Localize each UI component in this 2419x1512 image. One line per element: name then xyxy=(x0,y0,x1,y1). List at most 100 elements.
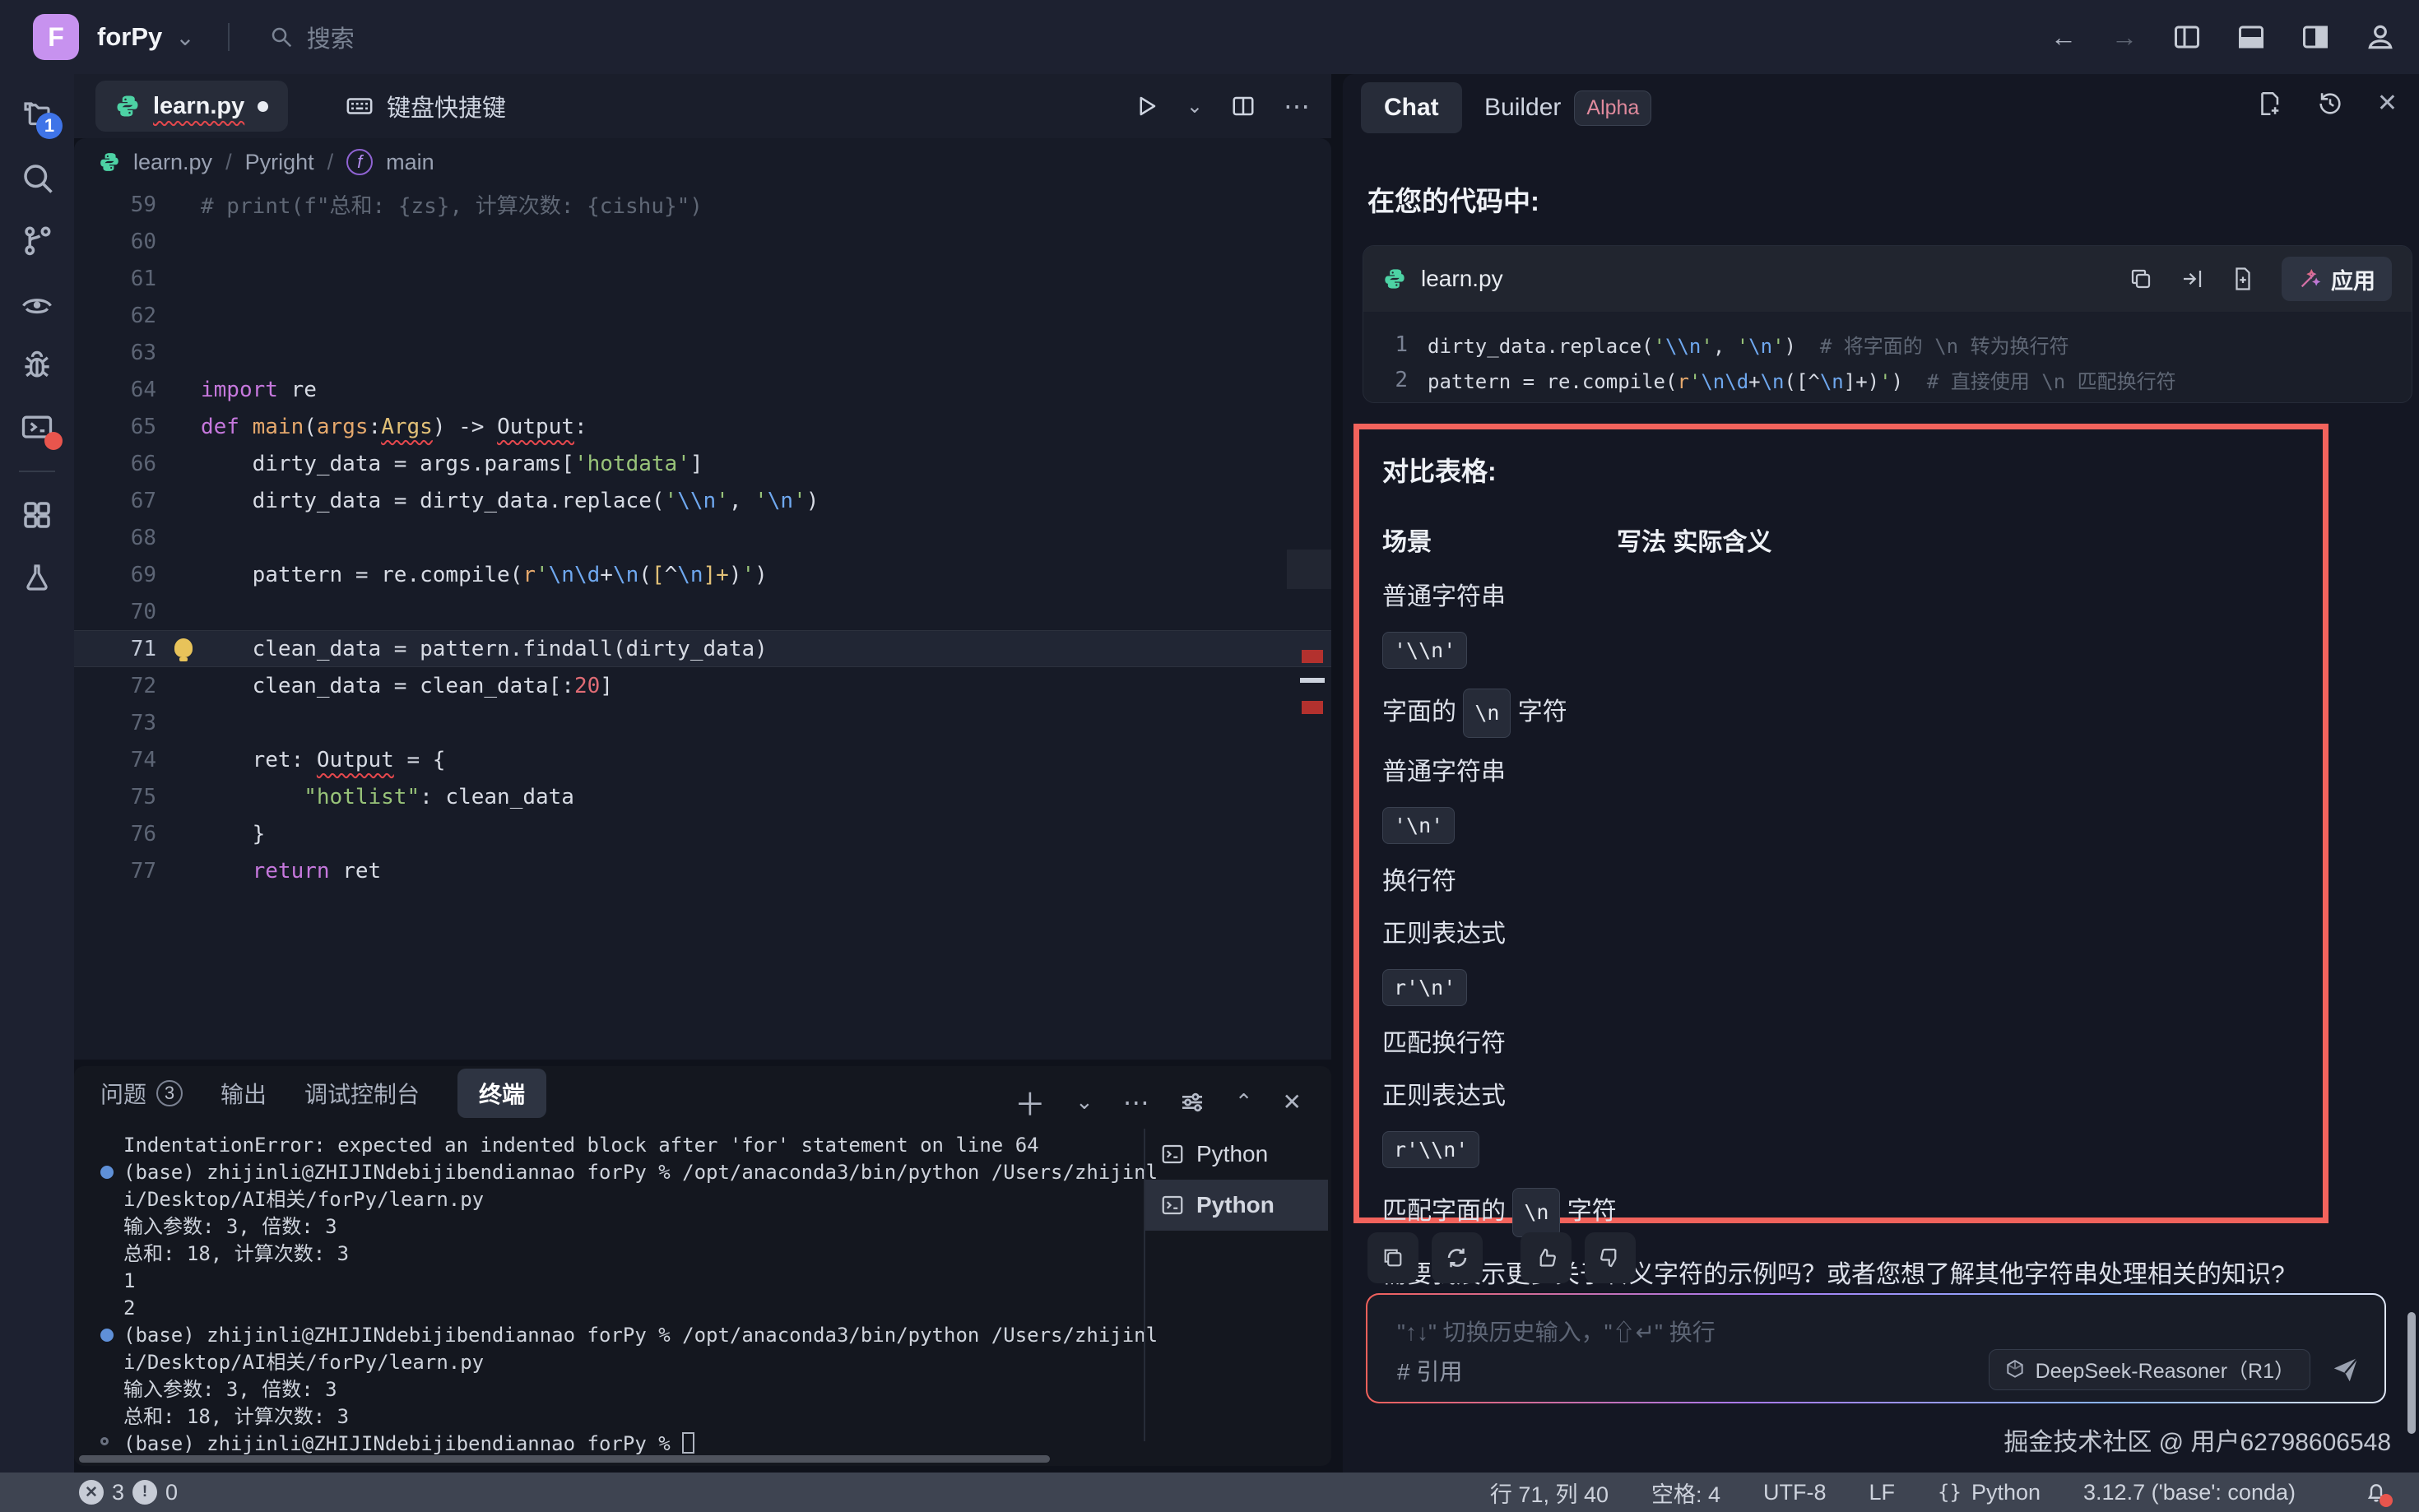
send-icon[interactable] xyxy=(2330,1354,2361,1385)
terminal-line: 1 xyxy=(100,1268,1162,1295)
breadcrumb[interactable]: learn.py / Pyright / f main xyxy=(74,138,1331,186)
terminal-session-item[interactable]: Python xyxy=(1145,1180,1328,1231)
filter-icon[interactable] xyxy=(1179,1089,1205,1115)
divider xyxy=(228,23,230,51)
project-name[interactable]: forPy xyxy=(97,22,162,52)
run-dropdown-icon[interactable]: ⌄ xyxy=(1186,95,1203,118)
terminal-output[interactable]: IndentationError: expected an indented b… xyxy=(100,1132,1162,1458)
code-line[interactable]: 68 xyxy=(74,519,1331,556)
split-editor-icon[interactable] xyxy=(1231,94,1256,118)
apply-button[interactable]: 应用 xyxy=(2282,257,2392,301)
chat-code-lines[interactable]: 1dirty_data.replace('\\n', '\n') # 将字面的 … xyxy=(1363,312,2412,397)
code-line[interactable]: 73 xyxy=(74,704,1331,741)
code-line[interactable]: 74 ret: Output = { xyxy=(74,741,1331,778)
indentation[interactable]: 空格: 4 xyxy=(1651,1477,1720,1509)
remote-terminal-icon[interactable] xyxy=(18,409,56,447)
code-line[interactable]: 72 clean_data = clean_data[:20] xyxy=(74,667,1331,704)
run-button[interactable] xyxy=(1134,94,1158,118)
code-line[interactable]: 70 xyxy=(74,593,1331,630)
code-line[interactable]: 71 clean_data = pattern.findall(dirty_da… xyxy=(74,630,1331,667)
close-chat-icon[interactable]: ✕ xyxy=(2377,89,2398,118)
notifications-bell-icon[interactable] xyxy=(2363,1479,2389,1505)
cursor-position[interactable]: 行 71, 列 40 xyxy=(1490,1477,1609,1509)
new-terminal-icon[interactable]: ＋ xyxy=(1014,1079,1046,1125)
code-line[interactable]: 76 } xyxy=(74,815,1331,852)
breadcrumb-lang[interactable]: Pyright xyxy=(245,150,314,175)
tab-terminal[interactable]: 终端 xyxy=(457,1069,546,1118)
code-line[interactable]: 59# print(f"总和: {zs}, 计算次数: {cishu}") xyxy=(74,186,1331,223)
tab-learn-py[interactable]: learn.py xyxy=(95,81,288,132)
line-number: 63 xyxy=(74,341,156,365)
python-interpreter[interactable]: 3.12.7 ('base': conda) xyxy=(2083,1480,2296,1505)
regenerate-icon[interactable] xyxy=(1432,1232,1483,1283)
code-line[interactable]: 65def main(args:Args) -> Output: xyxy=(74,408,1331,445)
tab-keyboard-shortcuts[interactable]: 键盘快捷键 xyxy=(346,81,506,132)
tab-chat[interactable]: Chat xyxy=(1361,82,1462,133)
code-line[interactable]: 69 pattern = re.compile(r'\n\d+\n([^\n]+… xyxy=(74,556,1331,593)
chat-input-border: "↑↓" 切换历史输入，"⇧↵" 换行 # 引用 DeepSeek-Reason… xyxy=(1366,1293,2386,1403)
horizontal-scrollbar[interactable] xyxy=(79,1455,1050,1463)
code-line[interactable]: 63 xyxy=(74,334,1331,371)
thumbs-up-icon[interactable] xyxy=(1521,1232,1572,1283)
copy-icon[interactable] xyxy=(2129,267,2153,291)
encoding[interactable]: UTF-8 xyxy=(1763,1480,1827,1505)
code-line[interactable]: 75 "hotlist": clean_data xyxy=(74,778,1331,815)
history-icon[interactable] xyxy=(2316,90,2344,118)
test-flask-icon[interactable] xyxy=(18,559,56,596)
source-control-icon[interactable] xyxy=(18,221,56,259)
tab-problems[interactable]: 问题 3 xyxy=(100,1077,183,1110)
terminal-dropdown-icon[interactable]: ⌄ xyxy=(1075,1089,1093,1115)
problems-status[interactable]: ✕ 3 ! 0 xyxy=(79,1480,178,1505)
new-chat-icon[interactable] xyxy=(2255,90,2283,118)
title-bar: F forPy ⌄ 搜索 ← → xyxy=(0,0,2419,74)
eol-sequence[interactable]: LF xyxy=(1869,1480,1896,1505)
back-icon[interactable]: ← xyxy=(2050,22,2077,53)
code-line[interactable]: 64import re xyxy=(74,371,1331,408)
line-number: 66 xyxy=(74,452,156,476)
code-line[interactable]: 60 xyxy=(74,223,1331,260)
thumbs-down-icon[interactable] xyxy=(1585,1232,1636,1283)
preview-eye-icon[interactable] xyxy=(18,284,56,322)
forward-icon[interactable]: → xyxy=(2111,22,2138,53)
code-lines[interactable]: 59# print(f"总和: {zs}, 计算次数: {cishu}")606… xyxy=(74,186,1331,889)
code-line[interactable]: 77 return ret xyxy=(74,852,1331,889)
maximize-panel-icon[interactable]: ⌃ xyxy=(1235,1089,1253,1115)
code-line[interactable]: 67 dirty_data = dirty_data.replace('\\n'… xyxy=(74,482,1331,519)
code-line[interactable]: 62 xyxy=(74,297,1331,334)
lightbulb-icon[interactable] xyxy=(174,638,193,657)
copy-message-icon[interactable] xyxy=(1367,1232,1418,1283)
explorer-icon[interactable]: 1 xyxy=(18,96,56,134)
layout-sidebar-right-icon[interactable] xyxy=(2301,22,2330,52)
extensions-icon[interactable] xyxy=(18,496,56,534)
debug-icon[interactable] xyxy=(18,346,56,384)
breadcrumb-symbol[interactable]: main xyxy=(386,150,434,175)
chevron-down-icon[interactable]: ⌄ xyxy=(175,24,194,51)
insert-code-icon[interactable] xyxy=(2180,267,2204,291)
account-icon[interactable] xyxy=(2365,21,2396,53)
tab-debug-console[interactable]: 调试控制台 xyxy=(304,1077,420,1110)
code-line[interactable]: 66 dirty_data = args.params['hotdata'] xyxy=(74,445,1331,482)
more-actions-icon[interactable]: ⋯ xyxy=(1284,90,1310,122)
scrollbar-thumb[interactable] xyxy=(1287,550,1331,589)
layout-sidebar-left-icon[interactable] xyxy=(2172,22,2202,52)
layout-panel-bottom-icon[interactable] xyxy=(2236,22,2266,52)
model-selector[interactable]: DeepSeek-Reasoner（R1） xyxy=(1989,1349,2310,1390)
chat-scrollbar[interactable] xyxy=(2407,1312,2416,1434)
table-row: 普通字符串 xyxy=(1382,754,2303,791)
close-panel-icon[interactable]: ✕ xyxy=(1283,1088,1302,1115)
workspace-avatar[interactable]: F xyxy=(33,14,79,60)
tab-builder[interactable]: Builder Alpha xyxy=(1484,82,1651,133)
tab-output[interactable]: 输出 xyxy=(221,1077,267,1110)
global-search[interactable]: 搜索 xyxy=(269,20,355,54)
code-line[interactable]: 61 xyxy=(74,260,1331,297)
language-mode[interactable]: {} Python xyxy=(1938,1480,2041,1505)
breadcrumb-file[interactable]: learn.py xyxy=(133,150,212,175)
overview-error-mark xyxy=(1302,650,1323,663)
more-icon[interactable]: ⋯ xyxy=(1123,1087,1149,1118)
new-file-icon[interactable] xyxy=(2231,267,2255,291)
search-sidebar-icon[interactable] xyxy=(18,159,56,197)
terminal-session-item[interactable]: Python xyxy=(1145,1129,1328,1180)
terminal-bullet-icon xyxy=(100,1329,114,1342)
chat-input[interactable]: "↑↓" 切换历史输入，"⇧↵" 换行 # 引用 DeepSeek-Reason… xyxy=(1367,1295,2384,1402)
reference-button[interactable]: # 引用 xyxy=(1397,1354,1462,1387)
